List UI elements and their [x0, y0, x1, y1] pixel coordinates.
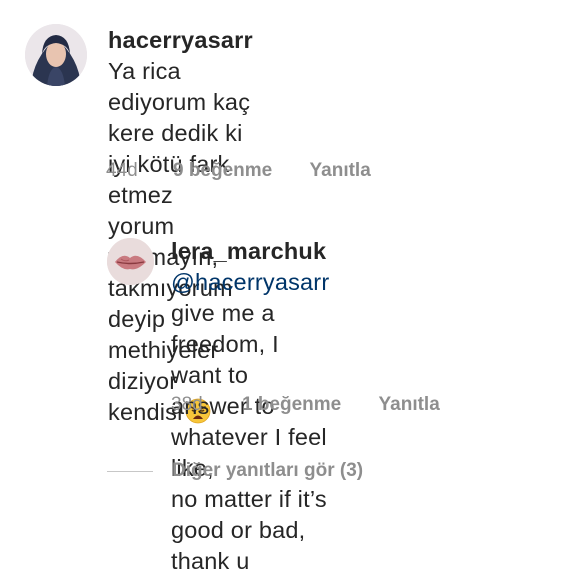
divider-line — [107, 470, 153, 472]
reply-username[interactable]: lera_marchuk — [171, 238, 326, 264]
comment-text-line: Ya rica ediyorum kaç — [108, 58, 251, 115]
avatar[interactable] — [25, 24, 87, 86]
comment-username[interactable]: hacerryasarr — [108, 27, 253, 53]
view-more-replies-label: Diğer yanıtları gör (3) — [172, 460, 364, 481]
reply-timestamp: 38d — [171, 394, 203, 415]
view-more-replies-button[interactable]: Diğer yanıtları gör (3) — [107, 460, 363, 482]
reply-text-line: thank u — [171, 548, 250, 574]
lips-avatar-icon — [107, 238, 154, 285]
reply-meta: 38d 1 beğenme Yanıtla — [171, 394, 440, 416]
comment-likes[interactable]: 9 beğenme — [173, 160, 272, 182]
reply-text-line: no matter if it’s good or bad, — [171, 486, 327, 543]
reply-mention-link[interactable]: @hacerryasarr — [171, 269, 329, 295]
comment-timestamp: 44d — [106, 160, 138, 181]
comment-reply-button[interactable]: Yanıtla — [310, 160, 371, 182]
comment-meta: 44d 9 beğenme Yanıtla — [106, 160, 371, 182]
reply-reply-button[interactable]: Yanıtla — [379, 394, 440, 416]
reply-likes[interactable]: 1 beğenme — [242, 394, 341, 416]
avatar[interactable] — [107, 238, 154, 285]
hijab-avatar-icon — [25, 24, 87, 86]
reply-text-line: give me a freedom, I want to — [171, 300, 279, 388]
